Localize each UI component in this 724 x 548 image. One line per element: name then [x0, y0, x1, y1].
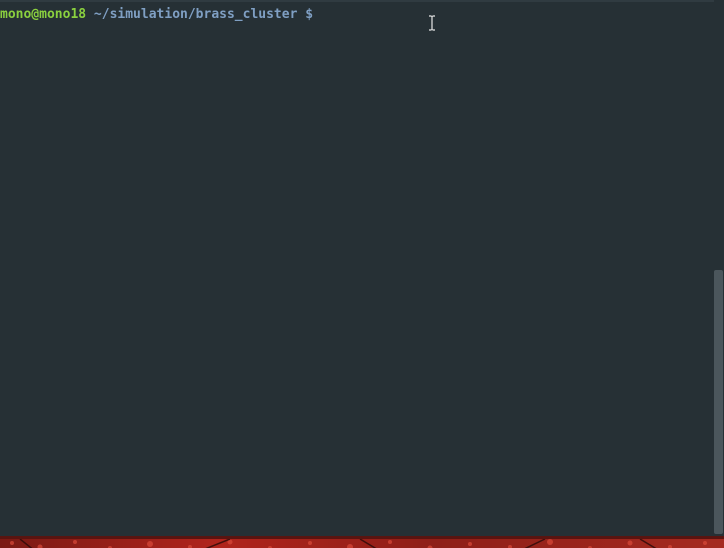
scrollbar-thumb[interactable] — [714, 270, 723, 534]
terminal-top-edge — [0, 0, 724, 2]
text-cursor-icon — [429, 15, 435, 31]
desktop-wallpaper-strip — [0, 536, 724, 548]
wallpaper-image — [0, 538, 724, 548]
scrollbar-track[interactable] — [714, 0, 724, 536]
prompt-symbol: $ — [305, 7, 314, 22]
shell-prompt: mono@mono18 ~/simulation/brass_cluster $ — [0, 7, 313, 23]
prompt-path: ~/simulation/brass_cluster — [93, 7, 298, 22]
terminal-window[interactable]: mono@mono18 ~/simulation/brass_cluster $ — [0, 0, 724, 536]
prompt-user-host: mono@mono18 — [0, 7, 87, 22]
